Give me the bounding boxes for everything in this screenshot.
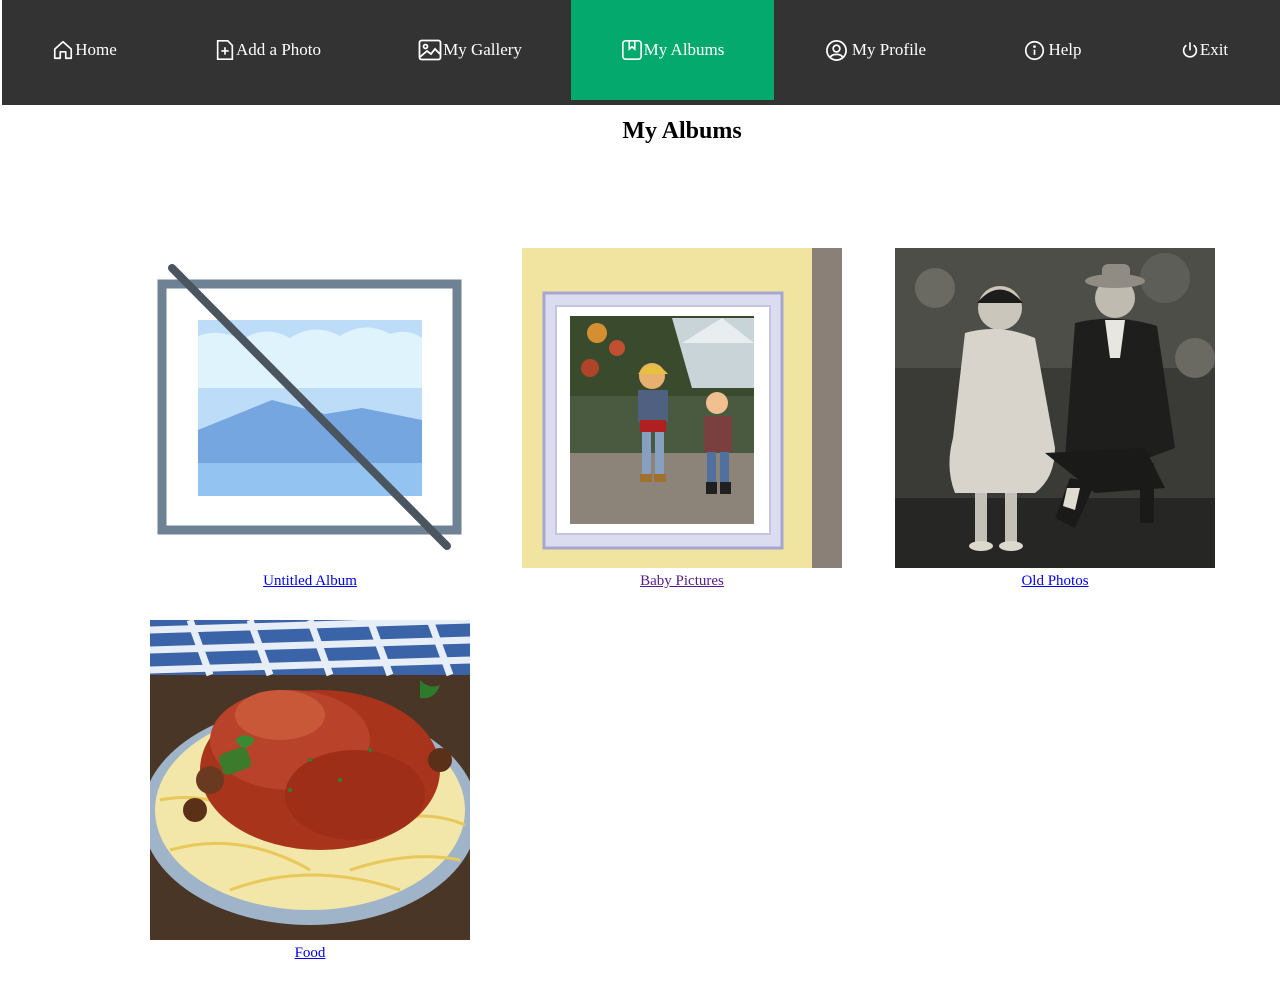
food-image [150,620,470,940]
info-icon [1024,40,1046,61]
nav-my-gallery[interactable]: My Gallery [369,0,571,100]
broken-image-icon [150,248,470,568]
album-link[interactable]: Baby Pictures [522,572,842,590]
album-link[interactable]: Untitled Album [150,572,470,590]
vintage-couple-image [895,248,1215,568]
album-card: Food [150,620,470,962]
nav-add-photo-label: Add a Photo [236,40,321,59]
nav-my-albums[interactable]: My Albums [571,0,774,100]
nav-my-albums-label: My Albums [643,40,725,59]
top-navigation-bar: Home Add a Photo My Gallery My Albums My… [2,0,1280,105]
page-title: My Albums [622,118,742,144]
album-thumbnail[interactable] [895,248,1215,568]
album-link[interactable]: Food [150,944,470,962]
nav-exit-label: Exit [1199,40,1229,59]
nav-my-profile[interactable]: My Profile [774,0,977,100]
album-card: Old Photos [895,248,1215,590]
image-icon [418,39,443,61]
album-thumbnail[interactable] [522,248,842,568]
bookmark-icon [621,39,644,61]
album-thumbnail[interactable] [150,620,470,940]
nav-my-profile-label: My Profile [851,40,927,59]
framed-photo-image [522,248,842,568]
power-icon [1181,41,1200,60]
user-circle-icon [825,39,849,62]
nav-my-gallery-label: My Gallery [443,40,522,59]
nav-add-photo[interactable]: Add a Photo [167,0,369,100]
album-link[interactable]: Old Photos [895,572,1215,590]
nav-exit[interactable]: Exit [1129,0,1280,100]
nav-help[interactable]: Help [977,0,1129,100]
album-thumbnail[interactable] [150,248,470,568]
album-card: Baby Pictures [522,248,842,590]
nav-help-label: Help [1048,40,1082,59]
album-card: Untitled Album [150,248,470,590]
add-photo-icon [215,39,236,61]
home-icon [52,39,75,61]
nav-home-label: Home [75,40,117,59]
nav-home[interactable]: Home [2,0,167,100]
